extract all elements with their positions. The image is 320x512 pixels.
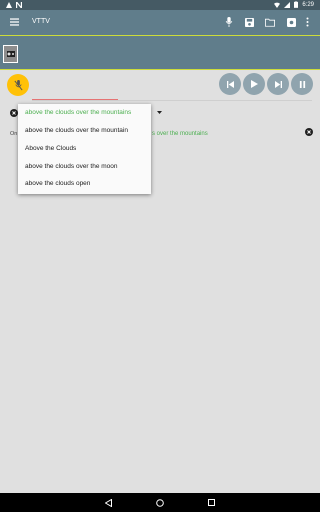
save-icon[interactable]	[243, 16, 255, 28]
pause-button[interactable]	[291, 73, 313, 95]
play-button[interactable]	[243, 73, 265, 95]
app-bar: VTTV	[0, 10, 320, 35]
settings-icon[interactable]	[285, 16, 297, 28]
app-title: VTTV	[32, 18, 50, 25]
clear-icon[interactable]	[10, 109, 18, 117]
suggestion-item[interactable]: Above the Clouds	[25, 145, 76, 152]
status-time: 6:29	[302, 1, 314, 8]
dropdown-arrow-icon[interactable]	[157, 111, 162, 114]
battery-icon	[294, 1, 299, 8]
wifi-icon	[274, 2, 281, 8]
status-left-icons	[6, 2, 22, 8]
skip-next-icon	[274, 80, 282, 88]
skip-previous-button[interactable]	[219, 73, 241, 95]
microphone-icon[interactable]	[223, 16, 235, 28]
suggestion-item[interactable]: above the clouds over the moon	[25, 163, 118, 170]
menu-icon[interactable]	[8, 16, 20, 28]
media-band	[0, 35, 320, 70]
navigation-bar	[0, 493, 320, 512]
media-thumbnail[interactable]	[3, 45, 18, 63]
n-icon	[16, 2, 22, 8]
remove-result-icon[interactable]	[305, 128, 313, 136]
alert-icon	[6, 2, 12, 8]
skip-next-button[interactable]	[267, 73, 289, 95]
result-text: s over the mountains	[152, 131, 208, 137]
pause-icon	[299, 80, 305, 88]
status-bar: 6:29	[0, 0, 320, 10]
recents-icon[interactable]	[207, 498, 216, 507]
suggestion-item[interactable]: above the clouds over the mountain	[25, 127, 128, 134]
home-icon[interactable]	[155, 498, 164, 507]
status-right-icons: 6:29	[274, 1, 314, 8]
more-vert-icon[interactable]	[301, 16, 313, 28]
suggestions-dropdown: above the clouds over the mountains abov…	[18, 104, 151, 194]
back-icon[interactable]	[104, 498, 113, 507]
folder-icon[interactable]	[264, 16, 276, 28]
suggestion-item[interactable]: above the clouds open	[25, 180, 90, 187]
play-icon	[250, 80, 258, 88]
signal-icon	[284, 1, 291, 8]
skip-previous-icon	[226, 80, 234, 88]
suggestion-item[interactable]: above the clouds over the mountains	[25, 109, 131, 116]
mic-off-button[interactable]	[7, 74, 29, 96]
result-label: On	[10, 131, 18, 137]
mic-off-icon	[13, 79, 23, 90]
